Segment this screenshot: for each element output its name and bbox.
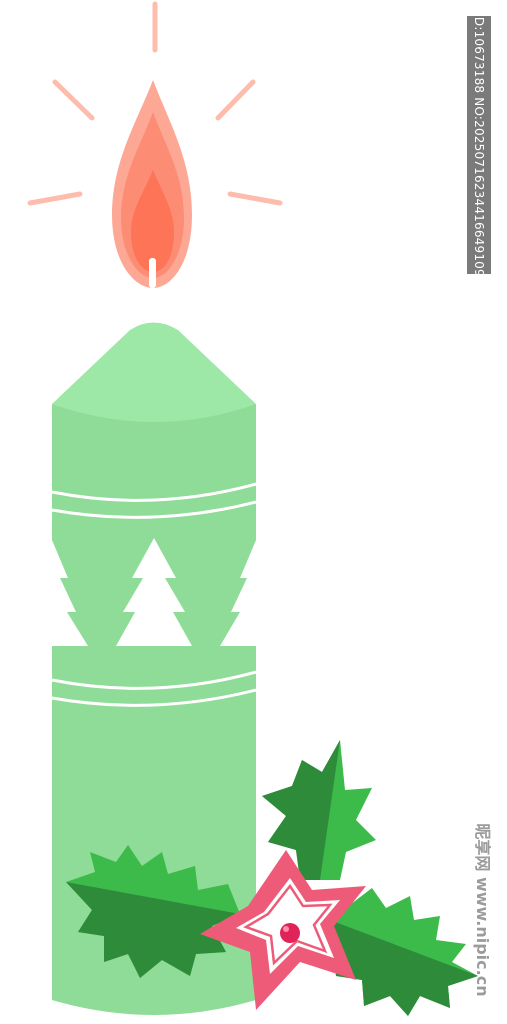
ray-upper-left [52,79,95,121]
site-watermark-text: 昵享网 www.nipic.cn [473,823,492,997]
id-watermark: ID:10673188 NO:20250716234416649109 [467,13,491,277]
ray-left [27,191,83,206]
candle-illustration [27,1,478,1016]
berry [280,923,300,943]
id-watermark-text: ID:10673188 NO:20250716234416649109 [472,13,486,277]
wick [149,258,156,288]
site-watermark: 昵享网 www.nipic.cn [470,810,498,1010]
ray-upper-right [215,79,256,121]
berry-highlight [283,926,289,932]
ray-right [227,191,283,206]
flame [112,80,192,288]
